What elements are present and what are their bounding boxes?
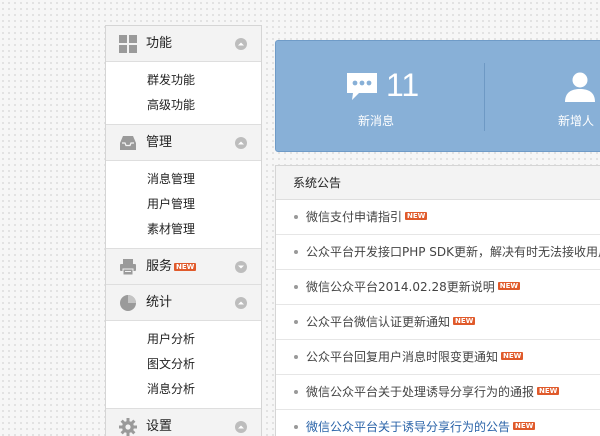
notice-item-text: 公众平台微信认证更新通知	[306, 315, 451, 329]
new-users-label: 新增人	[558, 114, 595, 128]
notice-item-text: 微信公众平台关于处理诱导分享行为的通报	[306, 385, 535, 399]
printer-icon	[120, 259, 136, 276]
notice-list: 微信支付申请指引 NEW 公众平台开发接口PHP SDK更新，解决有时无法接收用户微…	[276, 200, 600, 436]
expand-down-icon[interactable]	[235, 261, 247, 273]
collapse-up-icon[interactable]	[235, 421, 247, 433]
new-badge: NEW	[497, 282, 521, 290]
new-messages-label: 新消息	[358, 114, 395, 128]
sidebar-section-function[interactable]: 功能	[106, 26, 261, 62]
sidebar-item-messages[interactable]: 消息管理	[106, 167, 261, 192]
sidebar-sublist-manage: 消息管理 用户管理 素材管理	[106, 161, 261, 249]
sidebar-item-users[interactable]: 用户管理	[106, 192, 261, 217]
bullet-icon	[294, 320, 298, 324]
stats-banner: 11 新消息 新增人	[275, 40, 600, 152]
new-badge: NEW	[537, 387, 560, 395]
collapse-up-icon[interactable]	[235, 297, 247, 309]
new-badge: NEW	[405, 212, 428, 220]
sidebar-section-manage[interactable]: 管理	[106, 125, 261, 161]
bullet-icon	[294, 250, 298, 254]
sidebar-sublist-function: 群发功能 高级功能	[106, 62, 261, 125]
sidebar-section-title: 统计	[146, 295, 173, 310]
new-badge: NEW	[453, 317, 476, 325]
sidebar-menu: 功能 群发功能 高级功能 管理 消息管理 用户管理 素材管理 服务 NEW 统计…	[105, 25, 262, 436]
bullet-icon	[294, 355, 298, 359]
new-messages-count: 11	[386, 67, 420, 103]
sidebar-section-settings[interactable]: 设置	[106, 409, 261, 436]
bullet-icon	[294, 215, 298, 219]
notice-item[interactable]: 公众平台微信认证更新通知 NEW	[276, 305, 600, 340]
sidebar-item-article-analysis[interactable]: 图文分析	[106, 352, 261, 377]
new-badge: NEW	[501, 352, 524, 360]
inbox-icon	[120, 136, 136, 150]
bullet-icon	[294, 425, 298, 429]
system-notice-panel: 系统公告 微信支付申请指引 NEW 公众平台开发接口PHP SDK更新，解决有时无法…	[275, 165, 600, 436]
sidebar-section-title: 功能	[146, 36, 173, 51]
sidebar-section-title: 管理	[146, 135, 173, 150]
notice-item-text: 微信支付申请指引	[306, 210, 403, 224]
notice-item-text: 公众平台开发接口PHP SDK更新，解决有时无法接收用户	[306, 245, 600, 259]
notice-item[interactable]: 微信公众平台关于诱导分享行为的公告 NEW	[276, 410, 600, 436]
sidebar-item-message-analysis[interactable]: 消息分析	[106, 377, 261, 402]
notice-item-text: 公众平台回复用户消息时限变更通知	[306, 350, 499, 364]
user-icon	[565, 72, 595, 102]
sidebar-section-title: 设置	[146, 419, 173, 434]
notice-item[interactable]: 公众平台开发接口PHP SDK更新，解决有时无法接收用户	[276, 235, 600, 270]
sidebar-item-mass-send[interactable]: 群发功能	[106, 68, 261, 93]
sidebar-section-statistics[interactable]: 统计	[106, 285, 261, 321]
notice-title: 系统公告	[276, 166, 600, 200]
notice-item[interactable]: 微信支付申请指引 NEW	[276, 200, 600, 235]
pie-chart-icon	[120, 295, 136, 311]
notice-item-text: 微信公众平台关于诱导分享行为的公告	[306, 420, 511, 434]
sidebar-item-materials[interactable]: 素材管理	[106, 217, 261, 242]
notice-item[interactable]: 微信公众平台2014.02.28更新说明 NEW	[276, 270, 600, 305]
bullet-icon	[294, 285, 298, 289]
sidebar-item-advanced[interactable]: 高级功能	[106, 93, 261, 118]
grid-icon	[119, 35, 137, 53]
gear-icon	[119, 418, 137, 436]
stat-divider	[484, 63, 485, 131]
chat-bubble-icon	[347, 73, 377, 100]
new-badge: NEW	[174, 263, 197, 271]
sidebar-section-title-text: 服务	[146, 259, 173, 274]
bullet-icon	[294, 390, 298, 394]
collapse-up-icon[interactable]	[235, 137, 247, 149]
collapse-up-icon[interactable]	[235, 38, 247, 50]
sidebar-sublist-statistics: 用户分析 图文分析 消息分析	[106, 321, 261, 409]
notice-item-text: 微信公众平台2014.02.28更新说明	[306, 280, 495, 294]
new-badge: NEW	[513, 422, 536, 430]
sidebar-section-service[interactable]: 服务 NEW	[106, 249, 261, 285]
sidebar-section-title: 服务 NEW	[146, 259, 197, 275]
notice-item[interactable]: 公众平台回复用户消息时限变更通知 NEW	[276, 340, 600, 375]
notice-item[interactable]: 微信公众平台关于处理诱导分享行为的通报 NEW	[276, 375, 600, 410]
sidebar-item-user-analysis[interactable]: 用户分析	[106, 327, 261, 352]
